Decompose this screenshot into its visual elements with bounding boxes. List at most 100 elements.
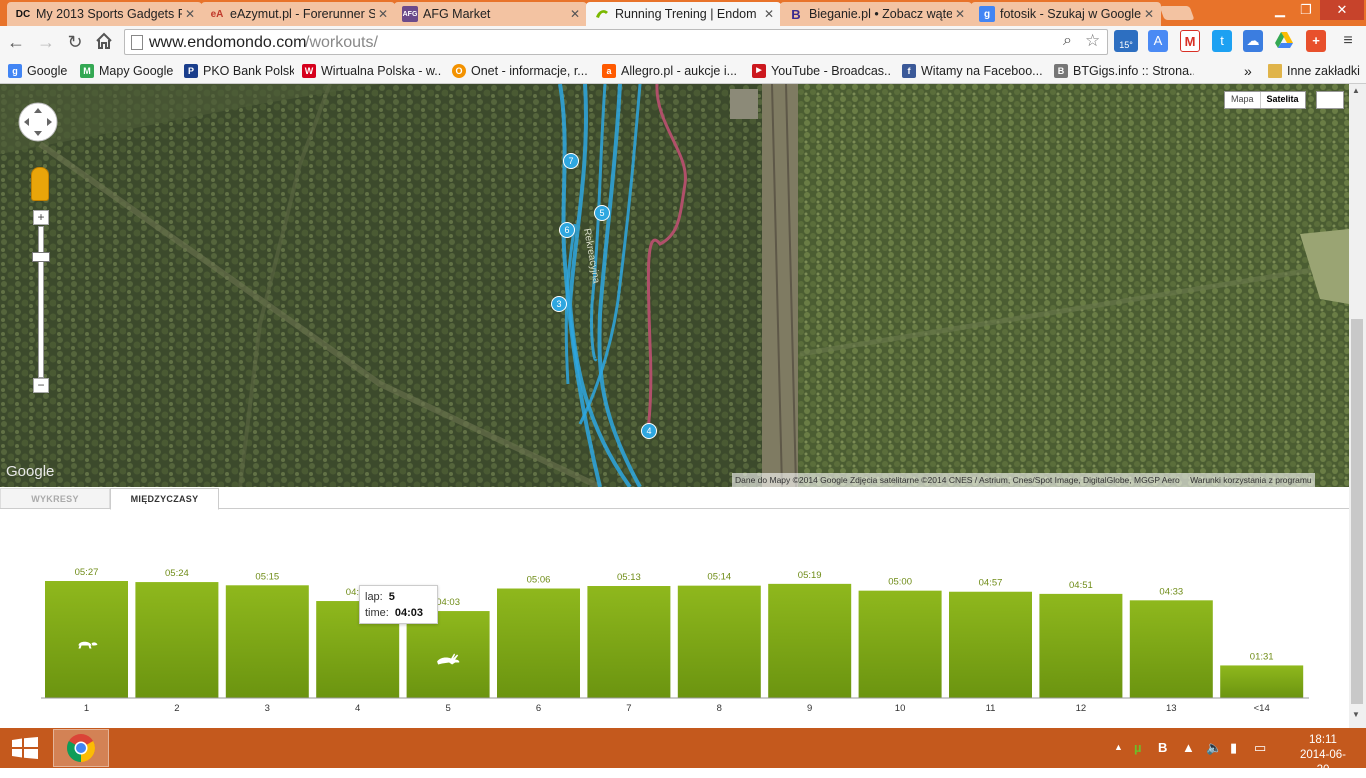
tab-strip: DC My 2013 Sports Gadgets R ✕ eA eAzymut… (0, 0, 1366, 26)
bookmarks-overflow-button[interactable]: » (1244, 61, 1256, 81)
tab-close-icon[interactable]: ✕ (952, 7, 968, 21)
tab-title: Bieganie.pl • Zobacz wątel (809, 7, 952, 21)
fullscreen-button[interactable] (1316, 91, 1344, 109)
drive-icon[interactable] (1274, 30, 1294, 52)
pan-control[interactable] (18, 102, 58, 142)
zoom-in-button[interactable]: + (33, 210, 49, 225)
utorrent-icon[interactable]: µ (1134, 740, 1142, 755)
tab-title: fotosik - Szukaj w Google (1000, 7, 1141, 21)
terms-link[interactable]: Warunki korzystania z programu (1190, 475, 1312, 485)
battery-icon[interactable]: ▭ (1254, 740, 1266, 756)
signal-icon[interactable]: ▮ (1230, 740, 1237, 756)
x-tick-label: 3 (265, 703, 270, 714)
gmail-icon[interactable]: M (1180, 30, 1200, 52)
bookmark-google[interactable]: g Google (8, 61, 74, 81)
scroll-down-arrow-icon[interactable]: ▼ (1352, 710, 1360, 719)
lap-bar[interactable] (677, 585, 761, 698)
tab-close-icon[interactable]: ✕ (182, 7, 198, 21)
x-tick-label: 10 (895, 703, 906, 714)
scroll-up-arrow-icon[interactable]: ▲ (1352, 86, 1360, 95)
back-icon[interactable]: ← (6, 32, 26, 52)
eazymut-favicon: eA (210, 8, 224, 20)
map-type-mapa[interactable]: Mapa (1225, 92, 1260, 108)
bookmark-youtube[interactable]: ▶ YouTube - Broadcas... (752, 61, 892, 81)
onet-icon: O (452, 64, 466, 78)
lap-bar[interactable] (587, 586, 671, 698)
drive-tray-icon[interactable]: ▲ (1182, 740, 1195, 755)
lap-marker[interactable]: 5 (594, 205, 610, 221)
taskbar-clock[interactable]: 18:11 2014-06-20 (1298, 733, 1348, 778)
tab-close-icon[interactable]: ✕ (761, 7, 777, 21)
windows-taskbar: ▲ µ B ▲ 🔈 ▮ ▭ 18:11 2014-06-20 (0, 728, 1366, 776)
lap-bar[interactable] (135, 582, 219, 698)
tab-close-icon[interactable]: ✕ (567, 7, 583, 21)
zoom-slider-track[interactable] (38, 226, 44, 378)
bookmark-maps[interactable]: M Mapy Google (80, 61, 176, 81)
url-domain: www.endomondo.com (149, 34, 307, 51)
address-bar[interactable]: www.endomondo.com /workouts/ ⌕ ☆ (124, 29, 1108, 55)
weather-extension-icon[interactable]: 15° (1114, 30, 1138, 52)
tab-close-icon[interactable]: ✕ (375, 7, 391, 21)
restore-icon[interactable]: ❐ (1294, 0, 1318, 20)
lap-bar[interactable] (858, 590, 942, 698)
lap-bar[interactable] (1129, 600, 1213, 698)
lap-marker[interactable]: 4 (641, 423, 657, 439)
lap-marker[interactable]: 6 (559, 222, 575, 238)
route-map[interactable]: Rekreacyjna + − 7 6 5 3 4 Mapa Satelita … (0, 84, 1349, 487)
bookmark-wp[interactable]: W Wirtualna Polska - w... (302, 61, 442, 81)
bookmark-pko[interactable]: P PKO Bank Polski (184, 61, 294, 81)
lap-marker[interactable]: 3 (551, 296, 567, 312)
lap-bar[interactable] (406, 611, 490, 698)
bookmark-star-icon[interactable]: ☆ (1085, 31, 1100, 51)
forward-icon[interactable]: → (36, 32, 56, 52)
lap-bar[interactable] (1039, 593, 1123, 698)
home-icon[interactable] (94, 32, 114, 52)
show-hidden-icons[interactable]: ▲ (1114, 742, 1123, 752)
start-button[interactable] (12, 737, 38, 764)
lap-bar[interactable] (949, 591, 1032, 698)
other-bookmarks-folder[interactable]: Inne zakładki (1268, 61, 1364, 81)
search-icon[interactable]: ⌕ (1063, 32, 1072, 50)
bookmark-facebook[interactable]: f Witamy na Faceboo... (902, 61, 1042, 81)
bold-b-icon[interactable]: B (1158, 740, 1167, 755)
cloud-icon[interactable]: ☁ (1243, 30, 1263, 52)
url-path: /workouts/ (305, 34, 378, 51)
browser-tab[interactable]: DC My 2013 Sports Gadgets R ✕ (7, 2, 202, 26)
menu-icon[interactable]: ≡ (1338, 30, 1358, 52)
chrome-taskbar-button[interactable] (53, 729, 109, 767)
lap-bar[interactable] (1220, 665, 1304, 698)
zoom-slider-handle[interactable] (32, 252, 50, 262)
tab-close-icon[interactable]: ✕ (1141, 7, 1157, 21)
scrollbar-thumb[interactable] (1351, 319, 1363, 704)
minimize-icon[interactable]: ▁ (1268, 0, 1292, 20)
lap-marker[interactable]: 7 (563, 153, 579, 169)
lap-bar[interactable] (768, 583, 852, 698)
pegman-icon[interactable] (31, 167, 49, 201)
x-tick-label: 1 (84, 703, 89, 714)
volume-icon[interactable]: 🔈 (1206, 740, 1222, 756)
bookmark-allegro[interactable]: a Allegro.pl - aukcje i... (602, 61, 740, 81)
google-plus-icon[interactable]: + (1306, 30, 1326, 52)
reload-icon[interactable]: ↻ (65, 32, 85, 52)
page-scrollbar[interactable]: ▲ ▼ (1349, 84, 1366, 728)
zoom-out-button[interactable]: − (33, 378, 49, 393)
google-favicon: g (979, 6, 995, 22)
lap-bar[interactable] (225, 585, 309, 698)
close-window-icon[interactable]: ✕ (1320, 0, 1364, 20)
browser-tab-active[interactable]: Running Trening | Endom ✕ (586, 2, 781, 26)
browser-toolbar: ← → ↻ www.endomondo.com /workouts/ ⌕ ☆ 1… (0, 26, 1366, 58)
folder-icon (1268, 64, 1282, 78)
bookmark-onet[interactable]: O Onet - informacje, r... (452, 61, 588, 81)
lap-bar[interactable] (497, 588, 580, 698)
twitter-icon[interactable]: t (1212, 30, 1232, 52)
lap-bar[interactable] (45, 581, 128, 698)
new-tab-button[interactable] (1159, 6, 1195, 20)
bookmark-btgigs[interactable]: B BTGigs.info :: Strona... (1054, 61, 1194, 81)
browser-tab[interactable]: g fotosik - Szukaj w Google ✕ (971, 2, 1161, 26)
browser-tab[interactable]: AFG AFG Market ✕ (394, 2, 587, 26)
translate-icon[interactable]: A (1148, 30, 1168, 52)
browser-tab[interactable]: eA eAzymut.pl - Forerunner S ✕ (201, 2, 395, 26)
clock-time: 18:11 (1309, 734, 1337, 746)
browser-tab[interactable]: B Bieganie.pl • Zobacz wątel ✕ (780, 2, 972, 26)
map-type-satelita[interactable]: Satelita (1259, 92, 1305, 108)
